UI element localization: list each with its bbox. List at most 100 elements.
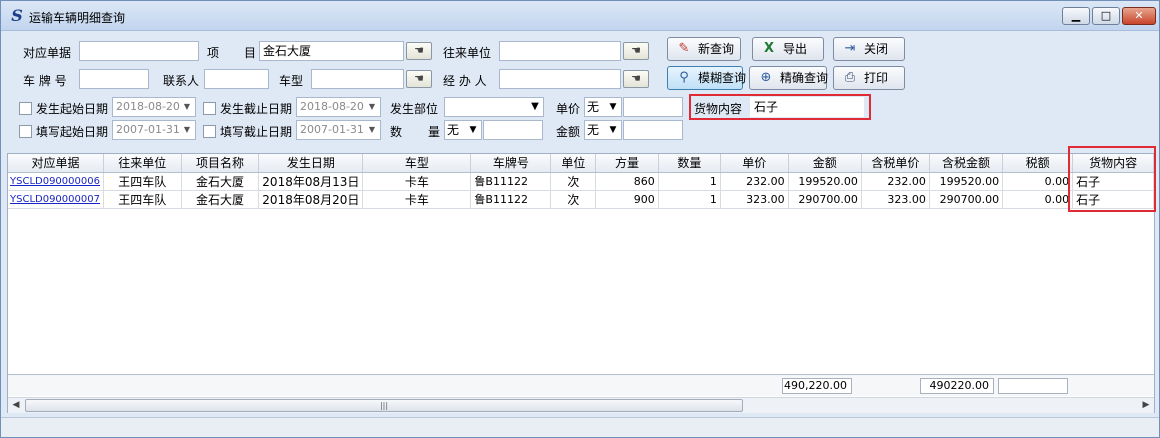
table-cell: 金石大厦 [181,172,260,191]
close-window-button[interactable]: ✕ [1122,7,1156,25]
column-header[interactable]: 税额 [1002,154,1074,173]
fill-start-checkbox[interactable] [19,125,32,138]
dept-label: 发生部位 [390,102,439,116]
scroll-left-icon[interactable]: ◀ [8,398,24,413]
dept-select[interactable]: ▼ [444,97,544,117]
amount-operator-select[interactable]: 无 ▼ [584,120,622,140]
chevron-down-icon[interactable]: ▼ [181,124,193,136]
goods-input[interactable]: 石子 [750,97,864,117]
order-no-link[interactable]: YSCLD090000007 [8,190,104,209]
partner-picker-icon[interactable]: ☚ [623,42,649,60]
results-table: 对应单据 往来单位 项目名称 发生日期 车型 车牌号 单位 方量 数量 单价 金… [8,154,1154,209]
maximize-button[interactable]: □ [1092,7,1120,25]
title-bar: S 运输车辆明细查询 ▁ □ ✕ [1,1,1159,31]
column-header[interactable]: 车牌号 [470,154,552,173]
table-row[interactable]: YSCLD090000006 王四车队 金石大厦 2018年08月13日 卡车 … [8,172,1154,191]
qty-operator-select[interactable]: 无 ▼ [444,120,482,140]
chevron-down-icon[interactable]: ▼ [607,101,619,113]
new-query-icon: ✎ [678,41,690,56]
table-cell: 323.00 [861,190,930,209]
end-date-checkbox[interactable] [203,102,216,115]
table-cell: 199520.00 [788,172,862,191]
order-no-label: 对应单据 [23,46,72,60]
qty-input[interactable] [483,120,543,140]
chevron-down-icon[interactable]: ▼ [366,101,378,113]
amount-input[interactable] [623,120,683,140]
start-date-picker[interactable]: 2018-08-20 ▼ [112,97,196,117]
column-header[interactable]: 项目名称 [181,154,260,173]
column-header[interactable]: 含税金额 [929,154,1004,173]
table-cell: 2018年08月13日 [258,172,364,191]
partner-label: 往来单位 [443,46,492,60]
end-date-picker[interactable]: 2018-08-20 ▼ [296,97,381,117]
excel-icon: X [763,41,775,56]
column-header[interactable]: 车型 [362,154,472,173]
column-header[interactable]: 数量 [658,154,721,173]
contact-input[interactable] [204,69,269,89]
scroll-right-icon[interactable]: ▶ [1138,398,1154,413]
table-cell: 323.00 [720,190,789,209]
fill-end-label: 填写截止日期 [220,125,293,139]
chevron-down-icon[interactable]: ▼ [181,101,193,113]
project-picker-icon[interactable]: ☚ [406,42,432,60]
table-cell: 0.00 [1002,190,1074,209]
fuzzy-query-button[interactable]: ⚲ 模糊查询 [667,66,746,90]
chevron-down-icon[interactable]: ▼ [366,124,378,136]
column-header[interactable]: 发生日期 [258,154,364,173]
minimize-button[interactable]: ▁ [1062,7,1090,25]
chevron-down-icon[interactable]: ▼ [529,101,541,113]
column-header[interactable]: 往来单位 [103,154,182,173]
table-cell: 次 [550,172,597,191]
table-cell: 199520.00 [929,172,1004,191]
qty-label-2: 量 [428,125,441,139]
new-query-button[interactable]: ✎ 新查询 [667,37,741,61]
goods-label: 货物内容 [694,102,743,116]
fill-end-checkbox[interactable] [203,125,216,138]
table-cell: 2018年08月20日 [258,190,364,209]
scrollbar-thumb[interactable]: ||| [25,399,743,412]
print-button[interactable]: ⎙ 打印 [833,66,905,90]
unit-price-operator-select[interactable]: 无 ▼ [584,97,622,117]
fill-end-picker[interactable]: 2007-01-31 ▼ [296,120,381,140]
handler-label: 经 办 人 [443,74,487,88]
horizontal-scrollbar[interactable]: ◀ ||| ▶ [8,397,1154,413]
query-form: 对应单据 项 目 金石大厦 ☚ 往来单位 ☚ ✎ 新查询 X 导出 ⇥ 关闭 车… [1,32,1159,150]
order-no-link[interactable]: YSCLD090000006 [8,172,104,191]
app-icon: S [11,6,23,25]
exact-query-button[interactable]: ⊕ 精确查询 [749,66,828,90]
chevron-down-icon[interactable]: ▼ [607,124,619,136]
plate-input[interactable] [79,69,149,89]
footer-tax-amount-total: 490220.00 [920,378,994,394]
column-header[interactable]: 金额 [788,154,862,173]
footer-amount-total: 490,220.00 [782,378,852,394]
fill-start-picker[interactable]: 2007-01-31 ▼ [112,120,196,140]
handler-input[interactable] [499,69,621,89]
chevron-down-icon[interactable]: ▼ [467,124,479,136]
column-header[interactable]: 单位 [550,154,597,173]
project-input[interactable]: 金石大厦 [259,41,404,61]
start-date-checkbox[interactable] [19,102,32,115]
column-header[interactable]: 方量 [595,154,659,173]
column-header[interactable]: 对应单据 [8,154,104,173]
order-no-input[interactable] [79,41,199,61]
unit-price-input[interactable] [623,97,683,117]
partner-input[interactable] [499,41,621,61]
table-cell: 鲁B11122 [470,172,552,191]
table-cell: 290700.00 [929,190,1004,209]
table-row[interactable]: YSCLD090000007 王四车队 金石大厦 2018年08月20日 卡车 … [8,190,1154,209]
vehicle-type-input[interactable] [311,69,404,89]
vehicle-type-label: 车型 [279,74,304,88]
vehicle-type-picker-icon[interactable]: ☚ [406,70,432,88]
end-date-label: 发生截止日期 [220,102,293,116]
table-cell: 232.00 [861,172,930,191]
column-header[interactable]: 单价 [720,154,789,173]
plate-label: 车 牌 号 [23,74,67,88]
export-button[interactable]: X 导出 [752,37,824,61]
magnifier-icon: ⚲ [679,70,689,85]
column-header[interactable]: 含税单价 [861,154,930,173]
table-cell: 1 [658,172,721,191]
table-cell: 鲁B11122 [470,190,552,209]
close-button[interactable]: ⇥ 关闭 [833,37,905,61]
handler-picker-icon[interactable]: ☚ [623,70,649,88]
table-cell: 卡车 [362,172,472,191]
